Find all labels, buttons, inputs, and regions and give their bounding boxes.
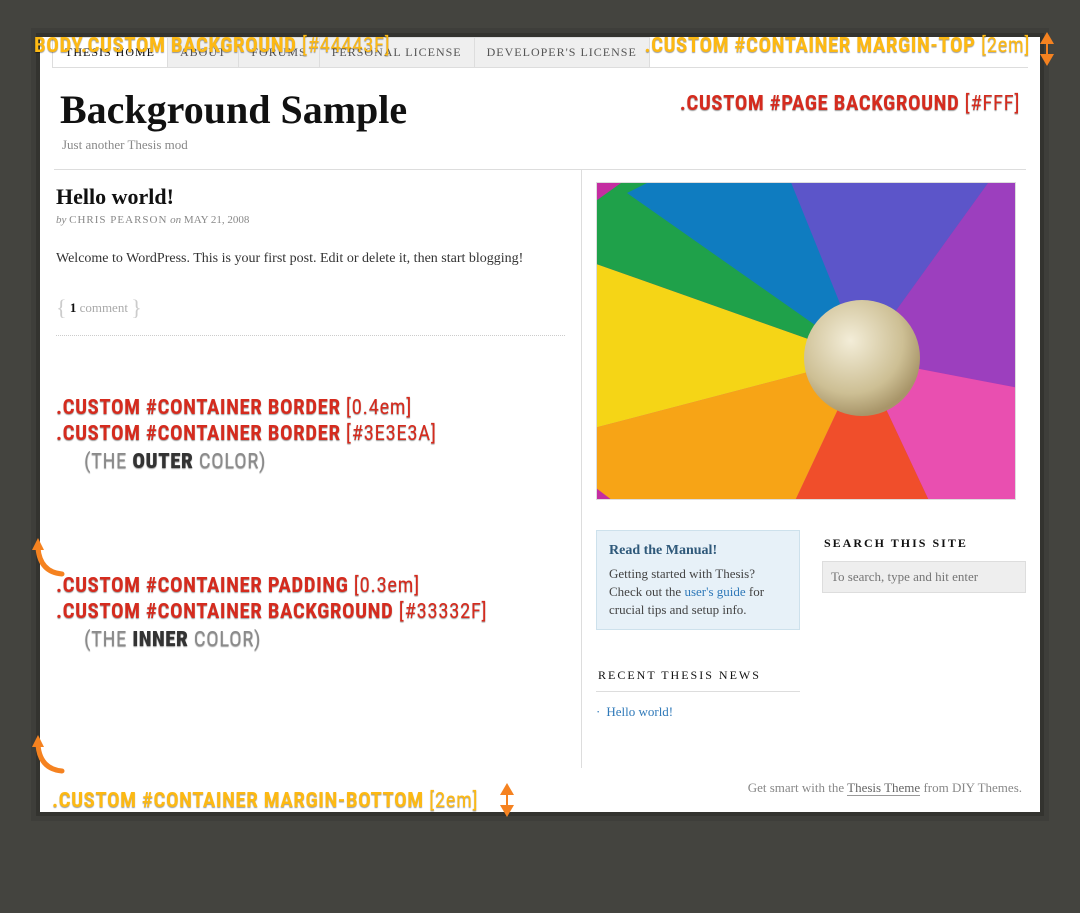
annotation-block-padding: .CUSTOM #CONTAINER PADDING [0.3em] .CUST… [56, 574, 565, 652]
content-column: Hello world! by CHRIS PEARSON on MAY 21,… [54, 170, 582, 768]
nav-tab[interactable]: PERSONAL LICENSE [319, 37, 475, 67]
thesis-theme-link[interactable]: Thesis Theme [847, 780, 920, 796]
recent-list: ·Hello world! [596, 700, 800, 724]
nav-tab[interactable]: THESIS HOME [52, 37, 168, 67]
search-title: SEARCH THIS SITE [824, 536, 1026, 551]
sidebar-columns: Read the Manual! Getting started with Th… [596, 530, 1026, 724]
users-guide-link[interactable]: user's guide [684, 584, 745, 599]
nav-tab[interactable]: FORUMS [238, 37, 319, 67]
recent-news-title: RECENT THESIS NEWS [596, 660, 800, 692]
brace-icon: { [56, 295, 67, 320]
tagline: Just another Thesis mod [62, 137, 407, 153]
post-byline: by CHRIS PEARSON on MAY 21, 2008 [56, 214, 565, 226]
post: Hello world! by CHRIS PEARSON on MAY 21,… [56, 184, 565, 336]
logo: Background Sample Just another Thesis mo… [60, 86, 407, 153]
nav-tabs: THESIS HOMEABOUTFORUMSPERSONAL LICENSEDE… [52, 37, 1028, 68]
page: THESIS HOMEABOUTFORUMSPERSONAL LICENSEDE… [40, 37, 1040, 812]
nav-tab-link[interactable]: THESIS HOME [53, 38, 167, 67]
annotation-block-border: .CUSTOM #CONTAINER BORDER [0.4em] .CUSTO… [56, 396, 565, 474]
post-title[interactable]: Hello world! [56, 184, 565, 210]
post-body: Welcome to WordPress. This is your first… [56, 248, 565, 269]
post-date: MAY 21, 2008 [184, 214, 250, 226]
site-title[interactable]: Background Sample [60, 86, 407, 133]
recent-item[interactable]: ·Hello world! [596, 700, 800, 724]
sidebar-col-right: SEARCH THIS SITE [822, 530, 1026, 724]
post-author[interactable]: CHRIS PEARSON [69, 214, 167, 226]
header: Background Sample Just another Thesis mo… [54, 68, 1026, 169]
annotation-outer-note: (THE OUTER COLOR) [84, 450, 565, 474]
container: THESIS HOMEABOUTFORUMSPERSONAL LICENSEDE… [31, 28, 1049, 821]
nav-tab[interactable]: DEVELOPER'S LICENSE [474, 37, 650, 67]
footer: Get smart with the Thesis Theme from DIY… [54, 768, 1026, 802]
nav-tab-link[interactable]: DEVELOPER'S LICENSE [475, 38, 649, 67]
annotation-inner-note: (THE INNER COLOR) [84, 628, 565, 652]
nav-tab[interactable]: ABOUT [167, 37, 239, 67]
pinwheel-image [596, 182, 1016, 500]
nav-tab-link[interactable]: ABOUT [168, 38, 238, 67]
sidebar: Read the Manual! Getting started with Th… [582, 170, 1026, 768]
search-input[interactable] [822, 561, 1026, 593]
brace-icon: } [131, 295, 142, 320]
nav-tab-link[interactable]: FORUMS [239, 38, 318, 67]
columns: Hello world! by CHRIS PEARSON on MAY 21,… [54, 169, 1026, 768]
notice-box: Read the Manual! Getting started with Th… [596, 530, 800, 630]
annotation-page-bg: .CUSTOM #PAGE BACKGROUND [#FFF] [680, 92, 1020, 116]
sidebar-col-left: Read the Manual! Getting started with Th… [596, 530, 800, 724]
post-comments[interactable]: { 1 comment } [56, 295, 565, 336]
nav-tab-link[interactable]: PERSONAL LICENSE [320, 38, 474, 67]
notice-title: Read the Manual! [609, 541, 787, 561]
